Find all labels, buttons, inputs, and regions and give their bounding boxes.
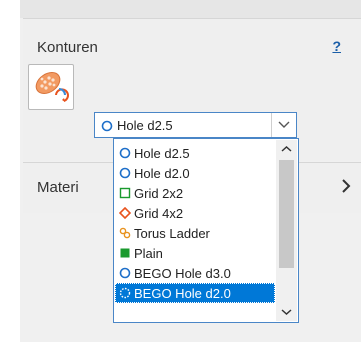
left-strip xyxy=(0,0,20,342)
option-torus-ladder[interactable]: Torus Ladder xyxy=(115,223,275,243)
scroll-thumb[interactable] xyxy=(279,160,294,268)
option-label: Plain xyxy=(134,246,163,261)
perforated-contour-icon xyxy=(35,72,69,102)
material-label: Materi xyxy=(37,179,79,196)
chevron-up-icon xyxy=(281,145,292,152)
chevron-down-icon xyxy=(281,309,292,316)
help-link[interactable]: ? xyxy=(332,38,341,54)
pattern-select[interactable]: Hole d2.5 xyxy=(94,112,297,138)
circle-outline-icon xyxy=(101,119,113,137)
contour-pattern-button[interactable] xyxy=(28,64,74,110)
option-bego-hole-d3-0[interactable]: BEGO Hole d3.0 xyxy=(115,263,275,283)
option-hole-d2-0[interactable]: Hole d2.0 xyxy=(115,163,275,183)
option-label: Torus Ladder xyxy=(134,226,210,241)
scroll-down-button[interactable] xyxy=(276,303,297,321)
chevron-down-icon xyxy=(278,121,290,128)
konturen-title: Konturen xyxy=(37,39,98,56)
dropdown-scrollbar[interactable] xyxy=(276,140,297,321)
torus-ladder-icon xyxy=(119,227,131,242)
chevron-right-icon[interactable] xyxy=(341,179,351,193)
option-label: Hole d2.0 xyxy=(134,166,190,181)
square-outline-icon xyxy=(119,187,131,202)
circle-outline-icon xyxy=(119,167,131,182)
option-label: BEGO Hole d3.0 xyxy=(134,266,231,281)
option-grid-4x2[interactable]: Grid 4x2 xyxy=(115,203,275,223)
diamond-outline-icon xyxy=(118,206,132,222)
pattern-select-value: Hole d2.5 xyxy=(117,118,173,133)
circle-outline-icon xyxy=(119,147,131,162)
circle-outline-icon xyxy=(119,267,131,282)
option-bego-hole-d2-0[interactable]: BEGO Hole d2.0 xyxy=(115,283,275,303)
option-label: BEGO Hole d2.0 xyxy=(134,286,231,301)
square-filled-icon xyxy=(119,247,131,262)
option-label: Grid 4x2 xyxy=(134,206,184,221)
circle-dashed-icon xyxy=(119,287,131,302)
option-plain[interactable]: Plain xyxy=(115,243,275,263)
option-label: Hole d2.5 xyxy=(134,146,190,161)
scroll-up-button[interactable] xyxy=(276,140,297,158)
option-label: Grid 2x2 xyxy=(134,186,184,201)
option-grid-2x2[interactable]: Grid 2x2 xyxy=(115,183,275,203)
option-hole-d2-5[interactable]: Hole d2.5 xyxy=(115,143,275,163)
pattern-dropdown-list[interactable]: Hole d2.5 Hole d2.0 Grid 2x2 Grid 4x2 To… xyxy=(113,138,299,323)
pattern-select-toggle[interactable] xyxy=(271,113,296,137)
